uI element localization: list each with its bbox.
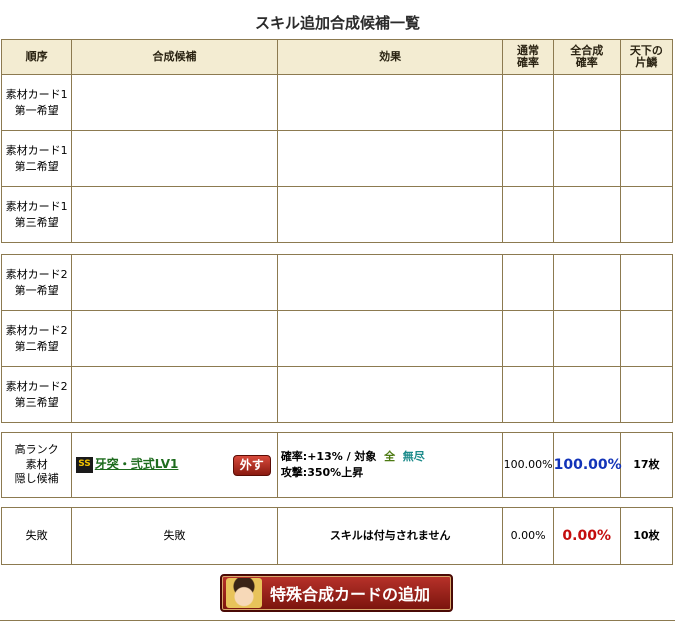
candidate-slot[interactable] xyxy=(71,74,278,131)
tenka-cell xyxy=(619,74,674,131)
page-title: スキル追加合成候補一覧 xyxy=(254,14,420,32)
effect-cell: スキルは付与されません xyxy=(276,507,504,565)
slot-label: 素材カード2 第一希望 xyxy=(0,254,73,311)
candidate-slot[interactable] xyxy=(71,186,278,243)
tenka-cell xyxy=(619,186,674,243)
slot-label: 素材カード2 第二希望 xyxy=(0,310,73,367)
table-row: 素材カード2 第二希望 xyxy=(0,310,674,367)
normal-rate-cell: 0.00% xyxy=(502,507,554,565)
target-all: 全 xyxy=(384,450,396,464)
candidate-cell: 失敗 xyxy=(71,507,278,565)
effect-cell xyxy=(276,74,504,131)
slot-label: 素材カード1 第一希望 xyxy=(0,74,73,131)
col-order: 順序 xyxy=(0,39,73,75)
candidate-slot: SS 牙突・弐式LV1 外す xyxy=(71,432,278,498)
add-special-card-label: 特殊合成カードの追加 xyxy=(270,585,431,604)
table-row: 素材カード2 第三希望 xyxy=(0,366,674,423)
tenka-cell xyxy=(619,310,674,367)
rank-badge: SS xyxy=(76,457,93,473)
hidden-candidate-table: 高ランク 素材 隠し候補 SS 牙突・弐式LV1 外す 確率:+13% / 対象 … xyxy=(0,432,674,498)
tenka-cell xyxy=(619,254,674,311)
effect-cell xyxy=(276,186,504,243)
tenka-cell xyxy=(619,130,674,187)
remove-button[interactable]: 外す xyxy=(232,455,271,477)
normal-rate-cell xyxy=(502,186,554,243)
total-rate-cell xyxy=(552,74,621,131)
candidate-slot[interactable] xyxy=(71,254,278,311)
normal-rate-cell xyxy=(502,366,554,423)
material-card-2-table: 素材カード2 第一希望 素材カード2 第二希望 素材カード2 第三希望 xyxy=(0,254,674,423)
fail-table: 失敗 失敗 スキルは付与されません 0.00% 0.00% 10枚 xyxy=(0,507,674,565)
table-row: 素材カード1 第三希望 xyxy=(0,186,674,243)
total-rate-cell xyxy=(552,186,621,243)
total-rate-cell: 100.00% xyxy=(552,432,622,498)
candidate-slot[interactable] xyxy=(71,130,278,187)
table-row: 素材カード1 第二希望 xyxy=(0,130,674,187)
target-mujin: 無尽 xyxy=(402,450,425,464)
tenka-cell: 17枚 xyxy=(619,432,674,498)
skill-name-link[interactable]: 牙突・弐式LV1 xyxy=(95,457,179,471)
normal-rate-cell xyxy=(502,74,554,131)
normal-rate-cell xyxy=(502,130,554,187)
effect-cell xyxy=(276,366,504,423)
candidate-slot[interactable] xyxy=(71,310,278,367)
effect-cell xyxy=(276,130,504,187)
normal-rate-cell xyxy=(502,310,554,367)
total-rate-cell xyxy=(552,366,621,423)
candidate-slot[interactable] xyxy=(71,366,278,423)
slot-label: 高ランク 素材 隠し候補 xyxy=(0,432,73,498)
normal-rate-cell: 100.00% xyxy=(502,432,554,498)
slot-label: 素材カード1 第二希望 xyxy=(0,130,73,187)
table-row: 素材カード2 第一希望 xyxy=(0,254,674,311)
total-rate-cell: 0.00% xyxy=(552,507,621,565)
table-row: 失敗 失敗 スキルは付与されません 0.00% 0.00% 10枚 xyxy=(0,507,674,565)
slot-label: 素材カード2 第三希望 xyxy=(0,366,73,423)
effect-cell xyxy=(276,310,504,367)
col-normal-rate: 通常 確率 xyxy=(502,39,554,75)
total-rate-cell xyxy=(552,254,621,311)
col-total-rate: 全合成 確率 xyxy=(552,39,621,75)
tenka-cell xyxy=(619,366,674,423)
material-card-1-table: 素材カード1 第一希望 素材カード1 第二希望 素材カード1 第三希望 xyxy=(0,74,674,243)
effect-cell: 確率:+13% / 対象 全 無尽 攻撃:350%上昇 xyxy=(276,432,504,498)
divider xyxy=(0,620,675,621)
normal-rate-cell xyxy=(502,254,554,311)
slot-label: 素材カード1 第三希望 xyxy=(0,186,73,243)
effect-cell xyxy=(276,254,504,311)
col-effect: 効果 xyxy=(276,39,504,75)
effect-line2: 攻撃:350%上昇 xyxy=(280,466,364,479)
col-candidate: 合成候補 xyxy=(71,39,278,75)
character-portrait-icon xyxy=(226,578,262,608)
table-header: 順序 合成候補 効果 通常 確率 全合成 確率 天下の 片鱗 xyxy=(0,39,674,75)
add-special-card-button[interactable]: 特殊合成カードの追加 xyxy=(220,574,453,612)
col-tenka: 天下の 片鱗 xyxy=(619,39,674,75)
slot-label: 失敗 xyxy=(0,507,73,565)
tenka-cell: 10枚 xyxy=(619,507,674,565)
table-row: 高ランク 素材 隠し候補 SS 牙突・弐式LV1 外す 確率:+13% / 対象 … xyxy=(0,432,674,498)
total-rate-cell xyxy=(552,310,621,367)
total-rate-cell xyxy=(552,130,621,187)
effect-line1: 確率:+13% / 対象 全 無尽 xyxy=(280,450,425,464)
table-row: 素材カード1 第一希望 xyxy=(0,74,674,131)
